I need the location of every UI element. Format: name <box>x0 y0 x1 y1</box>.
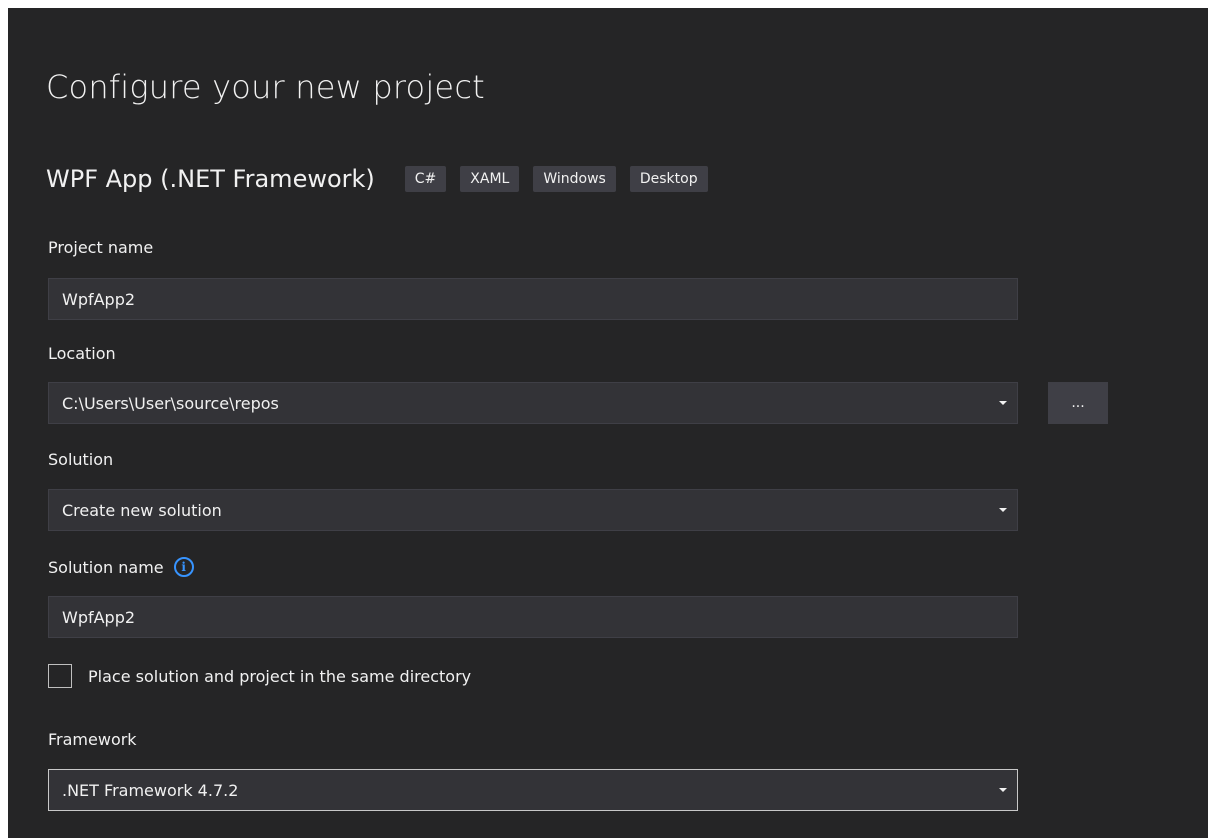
chevron-down-icon[interactable] <box>999 788 1007 792</box>
solution-name-input[interactable]: WpfApp2 <box>48 596 1018 638</box>
location-value: C:\Users\User\source\repos <box>62 393 279 413</box>
configure-project-dialog: Configure your new project WPF App (.NET… <box>8 8 1208 838</box>
tag-platform: Windows <box>533 166 616 192</box>
framework-label: Framework <box>48 730 137 749</box>
same-directory-checkbox[interactable] <box>48 664 72 688</box>
page-title: Configure your new project <box>46 68 485 106</box>
solution-label: Solution <box>48 450 114 469</box>
location-combobox[interactable]: C:\Users\User\source\repos <box>48 382 1018 424</box>
solution-dropdown[interactable]: Create new solution <box>48 489 1018 531</box>
same-directory-option[interactable]: Place solution and project in the same d… <box>48 664 471 688</box>
solution-name-label: Solution name <box>48 557 164 577</box>
tag-xaml: XAML <box>460 166 520 192</box>
project-name-value: WpfApp2 <box>62 289 136 309</box>
template-name: WPF App (.NET Framework) <box>46 165 375 193</box>
framework-dropdown[interactable]: .NET Framework 4.7.2 <box>48 769 1018 811</box>
project-name-label: Project name <box>48 238 154 257</box>
tag-project-type: Desktop <box>629 166 708 192</box>
chevron-down-icon[interactable] <box>999 401 1007 405</box>
chevron-down-icon[interactable] <box>999 508 1007 512</box>
project-name-input[interactable]: WpfApp2 <box>48 278 1018 320</box>
location-label: Location <box>48 344 116 363</box>
solution-value: Create new solution <box>62 500 222 520</box>
framework-value: .NET Framework 4.7.2 <box>62 780 239 800</box>
solution-name-value: WpfApp2 <box>62 607 136 627</box>
tag-language: C# <box>404 166 447 192</box>
template-header: WPF App (.NET Framework) C# XAML Windows… <box>46 162 722 196</box>
solution-name-label-row: Solution name i <box>48 557 194 577</box>
browse-location-button[interactable]: ... <box>1048 382 1108 424</box>
info-icon[interactable]: i <box>173 557 194 577</box>
same-directory-label[interactable]: Place solution and project in the same d… <box>88 667 471 686</box>
